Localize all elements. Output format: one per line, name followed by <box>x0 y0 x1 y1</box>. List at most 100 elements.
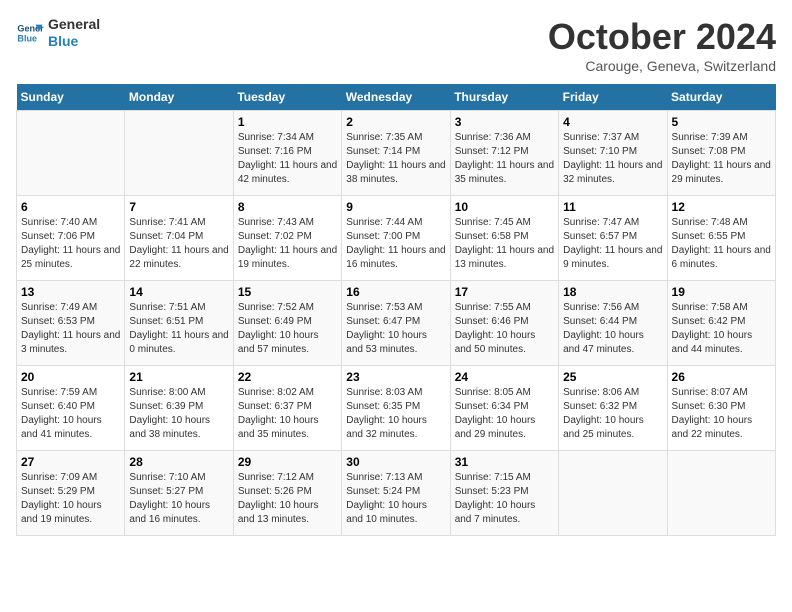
day-number: 29 <box>238 455 337 469</box>
day-info: Sunrise: 7:41 AMSunset: 7:04 PMDaylight:… <box>129 216 228 272</box>
day-number: 14 <box>129 285 228 299</box>
title-block: October 2024 Carouge, Geneva, Switzerlan… <box>548 16 776 74</box>
day-number: 17 <box>455 285 554 299</box>
calendar-cell: 14 Sunrise: 7:51 AMSunset: 6:51 PMDayligh… <box>125 281 233 366</box>
calendar-cell: 2 Sunrise: 7:35 AMSunset: 7:14 PMDaylight… <box>342 111 450 196</box>
calendar-cell: 15 Sunrise: 7:52 AMSunset: 6:49 PMDayligh… <box>233 281 341 366</box>
day-number: 12 <box>672 200 771 214</box>
day-number: 5 <box>672 115 771 129</box>
day-number: 8 <box>238 200 337 214</box>
calendar-cell: 16 Sunrise: 7:53 AMSunset: 6:47 PMDayligh… <box>342 281 450 366</box>
calendar-cell: 29 Sunrise: 7:12 AMSunset: 5:26 PMDayligh… <box>233 451 341 536</box>
calendar-cell: 4 Sunrise: 7:37 AMSunset: 7:10 PMDaylight… <box>559 111 667 196</box>
day-number: 16 <box>346 285 445 299</box>
calendar-cell: 21 Sunrise: 8:00 AMSunset: 6:39 PMDayligh… <box>125 366 233 451</box>
calendar-week-row: 13Sunrise: 7:49 AMSunset: 6:53 PMDayligh… <box>17 281 776 366</box>
day-number: 9 <box>346 200 445 214</box>
day-info: Sunrise: 7:58 AMSunset: 6:42 PMDaylight:… <box>672 301 771 357</box>
day-number: 25 <box>563 370 662 384</box>
calendar-cell: 27Sunrise: 7:09 AMSunset: 5:29 PMDayligh… <box>17 451 125 536</box>
day-info: Sunrise: 7:55 AMSunset: 6:46 PMDaylight:… <box>455 301 554 357</box>
day-number: 28 <box>129 455 228 469</box>
calendar-cell: 10 Sunrise: 7:45 AMSunset: 6:58 PMDayligh… <box>450 196 558 281</box>
day-info: Sunrise: 7:37 AMSunset: 7:10 PMDaylight:… <box>563 131 662 187</box>
calendar-week-row: 1 Sunrise: 7:34 AMSunset: 7:16 PMDaylight… <box>17 111 776 196</box>
logo-line1: General <box>48 16 100 33</box>
day-info: Sunrise: 7:52 AMSunset: 6:49 PMDaylight:… <box>238 301 337 357</box>
day-number: 30 <box>346 455 445 469</box>
calendar-cell: 6 Sunrise: 7:40 AMSunset: 7:06 PMDaylight… <box>17 196 125 281</box>
calendar-week-row: 20 Sunrise: 7:59 AMSunset: 6:40 PMDayligh… <box>17 366 776 451</box>
calendar-cell: 13Sunrise: 7:49 AMSunset: 6:53 PMDayligh… <box>17 281 125 366</box>
calendar-cell: 23 Sunrise: 8:03 AMSunset: 6:35 PMDayligh… <box>342 366 450 451</box>
calendar-cell: 20 Sunrise: 7:59 AMSunset: 6:40 PMDayligh… <box>17 366 125 451</box>
day-info: Sunrise: 7:34 AMSunset: 7:16 PMDaylight:… <box>238 131 337 187</box>
day-number: 24 <box>455 370 554 384</box>
weekday-header: Monday <box>125 84 233 111</box>
logo-icon: General Blue <box>16 19 44 47</box>
day-number: 19 <box>672 285 771 299</box>
day-info: Sunrise: 8:00 AMSunset: 6:39 PMDaylight:… <box>129 386 228 442</box>
calendar-cell: 9Sunrise: 7:44 AMSunset: 7:00 PMDaylight… <box>342 196 450 281</box>
day-info: Sunrise: 7:51 AMSunset: 6:51 PMDaylight:… <box>129 301 228 357</box>
day-number: 10 <box>455 200 554 214</box>
day-number: 7 <box>129 200 228 214</box>
weekday-header: Saturday <box>667 84 775 111</box>
calendar-cell: 18Sunrise: 7:56 AMSunset: 6:44 PMDayligh… <box>559 281 667 366</box>
day-number: 3 <box>455 115 554 129</box>
day-info: Sunrise: 7:10 AMSunset: 5:27 PMDaylight:… <box>129 471 228 527</box>
month-title: October 2024 <box>548 16 776 58</box>
day-number: 26 <box>672 370 771 384</box>
day-info: Sunrise: 7:43 AMSunset: 7:02 PMDaylight:… <box>238 216 337 272</box>
day-number: 2 <box>346 115 445 129</box>
weekday-header: Wednesday <box>342 84 450 111</box>
calendar-table: SundayMondayTuesdayWednesdayThursdayFrid… <box>16 84 776 536</box>
day-info: Sunrise: 8:03 AMSunset: 6:35 PMDaylight:… <box>346 386 445 442</box>
day-info: Sunrise: 8:05 AMSunset: 6:34 PMDaylight:… <box>455 386 554 442</box>
day-info: Sunrise: 7:45 AMSunset: 6:58 PMDaylight:… <box>455 216 554 272</box>
day-number: 15 <box>238 285 337 299</box>
day-number: 21 <box>129 370 228 384</box>
day-info: Sunrise: 7:53 AMSunset: 6:47 PMDaylight:… <box>346 301 445 357</box>
weekday-header-row: SundayMondayTuesdayWednesdayThursdayFrid… <box>17 84 776 111</box>
calendar-cell: 11Sunrise: 7:47 AMSunset: 6:57 PMDayligh… <box>559 196 667 281</box>
calendar-cell: 8 Sunrise: 7:43 AMSunset: 7:02 PMDaylight… <box>233 196 341 281</box>
day-number: 4 <box>563 115 662 129</box>
day-number: 31 <box>455 455 554 469</box>
calendar-cell: 31Sunrise: 7:15 AMSunset: 5:23 PMDayligh… <box>450 451 558 536</box>
calendar-cell: 1 Sunrise: 7:34 AMSunset: 7:16 PMDaylight… <box>233 111 341 196</box>
calendar-cell: 24 Sunrise: 8:05 AMSunset: 6:34 PMDayligh… <box>450 366 558 451</box>
day-info: Sunrise: 7:49 AMSunset: 6:53 PMDaylight:… <box>21 301 120 357</box>
calendar-cell: 22Sunrise: 8:02 AMSunset: 6:37 PMDayligh… <box>233 366 341 451</box>
calendar-cell: 7 Sunrise: 7:41 AMSunset: 7:04 PMDaylight… <box>125 196 233 281</box>
calendar-week-row: 27Sunrise: 7:09 AMSunset: 5:29 PMDayligh… <box>17 451 776 536</box>
day-number: 27 <box>21 455 120 469</box>
calendar-cell: 19 Sunrise: 7:58 AMSunset: 6:42 PMDayligh… <box>667 281 775 366</box>
day-number: 23 <box>346 370 445 384</box>
calendar-cell <box>559 451 667 536</box>
logo: General Blue General Blue <box>16 16 100 50</box>
calendar-cell: 25 Sunrise: 8:06 AMSunset: 6:32 PMDayligh… <box>559 366 667 451</box>
day-number: 22 <box>238 370 337 384</box>
calendar-cell: 12Sunrise: 7:48 AMSunset: 6:55 PMDayligh… <box>667 196 775 281</box>
location-subtitle: Carouge, Geneva, Switzerland <box>548 58 776 74</box>
day-number: 6 <box>21 200 120 214</box>
calendar-cell: 17 Sunrise: 7:55 AMSunset: 6:46 PMDayligh… <box>450 281 558 366</box>
calendar-cell <box>125 111 233 196</box>
day-number: 18 <box>563 285 662 299</box>
day-info: Sunrise: 7:12 AMSunset: 5:26 PMDaylight:… <box>238 471 337 527</box>
day-info: Sunrise: 8:07 AMSunset: 6:30 PMDaylight:… <box>672 386 771 442</box>
weekday-header: Friday <box>559 84 667 111</box>
day-number: 11 <box>563 200 662 214</box>
weekday-header: Tuesday <box>233 84 341 111</box>
day-number: 1 <box>238 115 337 129</box>
day-info: Sunrise: 7:59 AMSunset: 6:40 PMDaylight:… <box>21 386 120 442</box>
day-info: Sunrise: 7:13 AMSunset: 5:24 PMDaylight:… <box>346 471 445 527</box>
day-info: Sunrise: 7:35 AMSunset: 7:14 PMDaylight:… <box>346 131 445 187</box>
logo-line2: Blue <box>48 33 100 50</box>
weekday-header: Sunday <box>17 84 125 111</box>
calendar-cell: 28 Sunrise: 7:10 AMSunset: 5:27 PMDayligh… <box>125 451 233 536</box>
day-number: 20 <box>21 370 120 384</box>
day-info: Sunrise: 7:40 AMSunset: 7:06 PMDaylight:… <box>21 216 120 272</box>
day-info: Sunrise: 8:06 AMSunset: 6:32 PMDaylight:… <box>563 386 662 442</box>
